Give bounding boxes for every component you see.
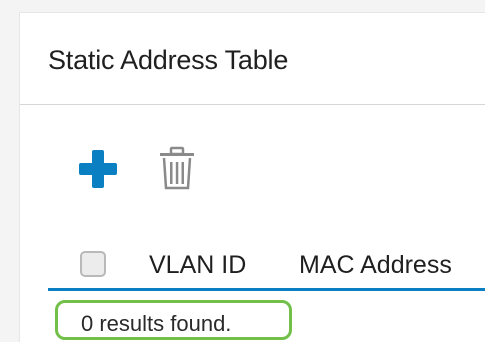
table-toolbar xyxy=(20,105,485,220)
select-all-checkbox[interactable] xyxy=(80,251,106,277)
column-header-mac-address[interactable]: MAC Address xyxy=(299,251,452,280)
page-title: Static Address Table xyxy=(48,45,289,75)
trash-icon xyxy=(156,145,198,191)
panel-header: Static Address Table xyxy=(20,13,485,105)
add-button[interactable] xyxy=(76,147,120,191)
results-highlight-box: 0 results found. xyxy=(55,300,292,340)
plus-icon xyxy=(76,147,120,191)
results-count-text: 0 results found. xyxy=(81,311,232,336)
column-header-vlan-id[interactable]: VLAN ID xyxy=(149,251,246,280)
delete-button[interactable] xyxy=(156,145,198,191)
table-header-row: VLAN ID MAC Address xyxy=(48,225,485,291)
static-address-table-panel: Static Address Table VLAN ID MAC Address… xyxy=(19,12,485,342)
